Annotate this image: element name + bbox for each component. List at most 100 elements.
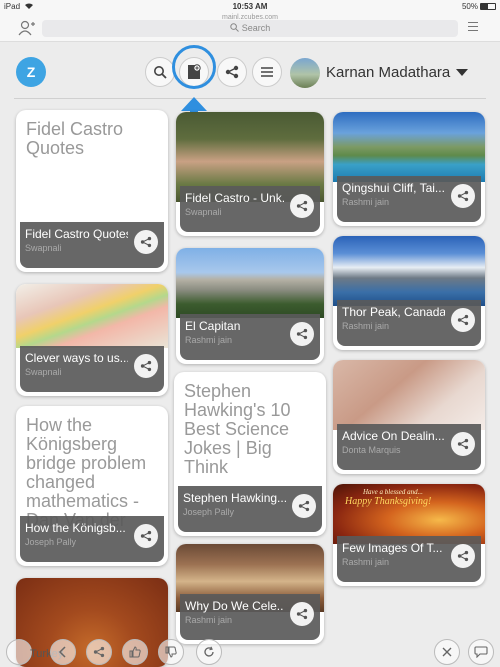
card[interactable]: Fidel Castro - Unk... Swapnali (176, 112, 324, 236)
card-share-button[interactable] (134, 524, 158, 548)
card-title: El Capitan (185, 319, 241, 333)
card[interactable]: Fidel Castro Quotes Fidel Castro Quotes … (16, 110, 168, 272)
share-icon (140, 360, 152, 372)
share-icon (457, 190, 469, 202)
card-title: Fidel Castro - Unk... (185, 191, 284, 205)
card-share-button[interactable] (451, 184, 475, 208)
search-icon (230, 23, 239, 32)
search-icon (154, 66, 167, 79)
chevron-left-icon (58, 646, 66, 658)
avatar[interactable] (290, 58, 320, 88)
thumbs-up-icon (129, 646, 141, 658)
close-button[interactable] (434, 639, 460, 665)
card-title: Why Do We Cele... (185, 599, 284, 613)
card-author: Rashmi jain (185, 335, 233, 345)
card-share-button[interactable] (451, 432, 475, 456)
card[interactable]: Why Do We Cele... Rashmi jain (176, 544, 324, 644)
card-share-button[interactable] (290, 194, 314, 218)
app-logo[interactable]: Z (16, 57, 46, 87)
card[interactable]: Clever ways to us... Swapnali (16, 284, 168, 396)
card-footer: El Capitan Rashmi jain (180, 314, 320, 360)
card-image: Have a blessed and... Happy Thanksgiving… (333, 484, 485, 544)
card[interactable]: Have a blessed and... Happy Thanksgiving… (333, 484, 485, 586)
browser-search-field[interactable]: Search (42, 20, 458, 37)
card-share-button[interactable] (290, 322, 314, 346)
card[interactable]: Thor Peak, Canada Rashmi jain (333, 236, 485, 350)
card-image (333, 360, 485, 430)
share-icon (457, 550, 469, 562)
card-share-button[interactable] (292, 494, 316, 518)
avatar[interactable] (6, 639, 32, 665)
username[interactable]: Karnan Madathara (326, 64, 450, 81)
share-icon (225, 65, 239, 79)
share-button[interactable] (217, 57, 247, 87)
share-icon (296, 608, 308, 620)
clock: 10:53 AM (232, 2, 268, 11)
card-title: How the Königsb... (25, 521, 126, 535)
back-button[interactable] (50, 639, 76, 665)
card-share-button[interactable] (451, 544, 475, 568)
close-icon (442, 647, 452, 657)
refresh-icon (204, 646, 214, 657)
card-footer: Fidel Castro - Unk... Swapnali (180, 186, 320, 232)
battery-percent: 50% (461, 2, 478, 11)
card[interactable]: Advice On Dealin... Donta Marquis (333, 360, 485, 474)
card-footer: Advice On Dealin... Donta Marquis (337, 424, 481, 470)
card-footer: Why Do We Cele... Rashmi jain (180, 594, 320, 640)
card[interactable]: Qingshui Cliff, Tai... Rashmi jain (333, 112, 485, 226)
card-footer: Thor Peak, Canada Rashmi jain (337, 300, 481, 346)
card-title: Advice On Dealin... (342, 429, 445, 443)
status-bar: iPad 10:53 AM 50% (0, 0, 500, 14)
share-icon (457, 314, 469, 326)
card-preview-text: Fidel Castro Quotes (26, 119, 124, 158)
dislike-button[interactable] (158, 639, 184, 665)
card-author: Joseph Pally (183, 507, 235, 517)
share-icon (140, 530, 152, 542)
card-author: Rashmi jain (342, 321, 390, 331)
share-icon (93, 646, 105, 658)
card-image (176, 248, 324, 318)
card-share-button[interactable] (134, 354, 158, 378)
image-caption: Have a blessed and... (363, 488, 423, 496)
card-title: Few Images Of T... (342, 541, 443, 555)
add-user-icon[interactable] (18, 20, 36, 36)
card-share-button[interactable] (451, 308, 475, 332)
card-preview-text: How the Königsberg bridge problem change… (26, 415, 147, 530)
card-author: Rashmi jain (342, 557, 390, 567)
comment-button[interactable] (468, 639, 494, 665)
card-footer: Qingshui Cliff, Tai... Rashmi jain (337, 176, 481, 222)
highlight-circle (172, 45, 216, 89)
menu-button[interactable] (252, 57, 282, 87)
card[interactable]: Stephen Hawking's 10 Best Science Jokes … (174, 372, 326, 536)
card-author: Swapnali (25, 243, 62, 253)
share-icon (296, 328, 308, 340)
card-footer: Clever ways to us... Swapnali (20, 346, 164, 392)
refresh-button[interactable] (196, 639, 222, 665)
browser-bar: mainl.zcubes.com Search (0, 14, 500, 42)
card-footer: Stephen Hawking... Joseph Pally (178, 486, 322, 532)
search-placeholder: Search (241, 23, 271, 33)
card-author: Joseph Pally (25, 537, 77, 547)
card-share-button[interactable] (290, 602, 314, 626)
bottom-toolbar: Turkey (0, 636, 500, 667)
card-author: Swapnali (25, 367, 62, 377)
card-share-button[interactable] (134, 230, 158, 254)
card[interactable]: How the Königsberg bridge problem change… (16, 406, 168, 566)
card-title: Fidel Castro Quotes (25, 227, 128, 241)
card-image (333, 236, 485, 306)
chevron-down-icon[interactable] (456, 69, 468, 76)
search-button[interactable] (145, 57, 175, 87)
card-title: Qingshui Cliff, Tai... (342, 181, 445, 195)
battery-icon (480, 3, 496, 10)
logo-text: Z (26, 64, 36, 80)
share-icon (140, 236, 152, 248)
card-author: Rashmi jain (342, 197, 390, 207)
browser-menu-icon[interactable] (468, 22, 478, 34)
like-button[interactable] (122, 639, 148, 665)
share-button[interactable] (86, 639, 112, 665)
hamburger-icon (261, 67, 273, 77)
thumbs-down-icon (165, 646, 177, 658)
card-footer: Fidel Castro Quotes Swapnali (20, 222, 164, 268)
card-title: Clever ways to us... (25, 351, 128, 365)
card[interactable]: El Capitan Rashmi jain (176, 248, 324, 364)
